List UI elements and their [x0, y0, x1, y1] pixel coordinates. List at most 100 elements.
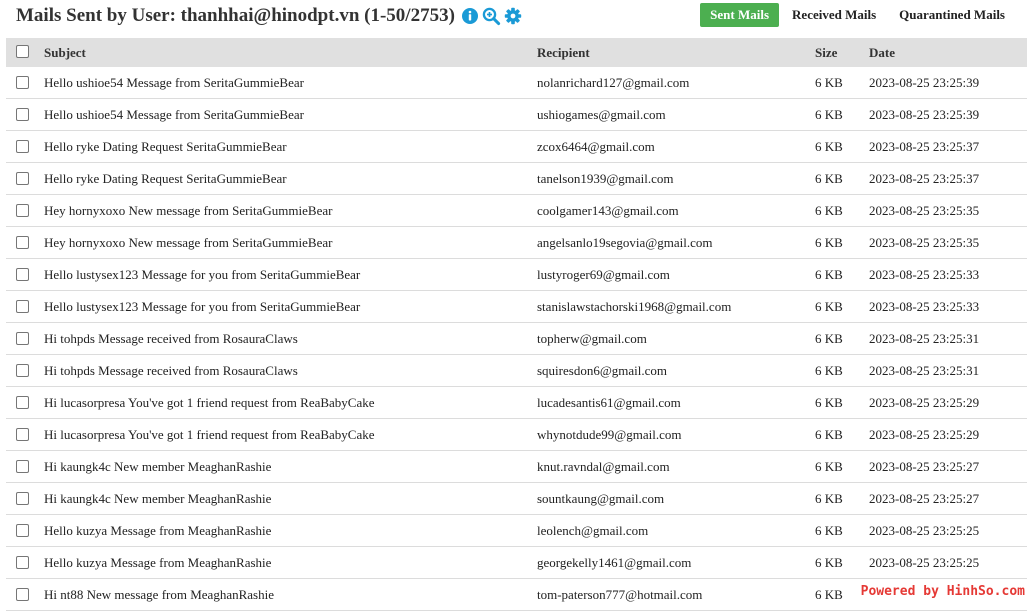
- table-row[interactable]: Hi tohpds Message received from RosauraC…: [6, 355, 1027, 387]
- mail-subject[interactable]: Hey hornyxoxo New message from SeritaGum…: [44, 227, 332, 259]
- table-row[interactable]: Hello ryke Dating Request SeritaGummieBe…: [6, 131, 1027, 163]
- mail-date: 2023-08-25 23:25:35: [869, 235, 980, 250]
- column-header-subject[interactable]: Subject: [44, 38, 86, 67]
- row-checkbox[interactable]: [16, 108, 29, 121]
- mail-recipient: georgekelly1461@gmail.com: [537, 555, 692, 570]
- column-header-recipient[interactable]: Recipient: [537, 38, 590, 67]
- tab-quarantined-mails[interactable]: Quarantined Mails: [889, 3, 1015, 27]
- mail-recipient: zcox6464@gmail.com: [537, 139, 655, 154]
- mail-recipient: angelsanlo19segovia@gmail.com: [537, 235, 713, 250]
- row-checkbox[interactable]: [16, 204, 29, 217]
- table-row[interactable]: Hello lustysex123 Message for you from S…: [6, 259, 1027, 291]
- mail-size: 6 KB: [815, 331, 843, 346]
- mail-size: 6 KB: [815, 523, 843, 538]
- mail-recipient: knut.ravndal@gmail.com: [537, 459, 670, 474]
- mail-size: 6 KB: [815, 299, 843, 314]
- row-checkbox[interactable]: [16, 460, 29, 473]
- mail-date: 2023-08-25 23:25:33: [869, 267, 980, 282]
- mail-subject[interactable]: Hello ushioe54 Message from SeritaGummie…: [44, 67, 304, 99]
- mail-date: 2023-08-25 23:25:29: [869, 395, 980, 410]
- page-header: Mails Sent by User: thanhhai@hinodpt.vn …: [0, 0, 1027, 38]
- mail-date: 2023-08-25 23:25:33: [869, 299, 980, 314]
- page-title: Mails Sent by User: thanhhai@hinodpt.vn …: [16, 5, 522, 27]
- zoom-in-icon[interactable]: [482, 7, 501, 26]
- row-checkbox[interactable]: [16, 268, 29, 281]
- mail-subject[interactable]: Hi tohpds Message received from RosauraC…: [44, 323, 298, 355]
- column-header-size[interactable]: Size: [815, 38, 837, 67]
- mail-recipient: lustyroger69@gmail.com: [537, 267, 670, 282]
- row-checkbox[interactable]: [16, 300, 29, 313]
- mail-subject[interactable]: Hello kuzya Message from MeaghanRashie: [44, 547, 271, 579]
- row-checkbox[interactable]: [16, 332, 29, 345]
- mail-subject[interactable]: Hello lustysex123 Message for you from S…: [44, 259, 360, 291]
- mail-recipient: nolanrichard127@gmail.com: [537, 75, 690, 90]
- mail-size: 6 KB: [815, 75, 843, 90]
- row-checkbox[interactable]: [16, 588, 29, 601]
- mail-subject[interactable]: Hi kaungk4c New member MeaghanRashie: [44, 451, 271, 483]
- row-checkbox[interactable]: [16, 236, 29, 249]
- row-checkbox[interactable]: [16, 492, 29, 505]
- select-all-checkbox[interactable]: [16, 45, 29, 58]
- row-checkbox[interactable]: [16, 428, 29, 441]
- mail-date: 2023-08-25 23:25:31: [869, 331, 980, 346]
- table-row[interactable]: Hello kuzya Message from MeaghanRashie g…: [6, 547, 1027, 579]
- header-icons: [461, 7, 522, 26]
- mail-date: 2023-08-25 23:25:35: [869, 203, 980, 218]
- mail-recipient: coolgamer143@gmail.com: [537, 203, 679, 218]
- mail-subject[interactable]: Hi tohpds Message received from RosauraC…: [44, 355, 298, 387]
- mail-date: 2023-08-25 23:25:31: [869, 363, 980, 378]
- mail-date: 2023-08-25 23:25:39: [869, 107, 980, 122]
- table-row[interactable]: Hi lucasorpresa You've got 1 friend requ…: [6, 387, 1027, 419]
- mail-date: 2023-08-25 23:25:27: [869, 459, 980, 474]
- mail-subject[interactable]: Hi lucasorpresa You've got 1 friend requ…: [44, 387, 375, 419]
- table-row[interactable]: Hello ushioe54 Message from SeritaGummie…: [6, 99, 1027, 131]
- row-checkbox[interactable]: [16, 556, 29, 569]
- mail-recipient: lucadesantis61@gmail.com: [537, 395, 681, 410]
- page-title-text: Mails Sent by User: thanhhai@hinodpt.vn …: [16, 5, 455, 26]
- mail-subject[interactable]: Hello ushioe54 Message from SeritaGummie…: [44, 99, 304, 131]
- mail-subject[interactable]: Hello kuzya Message from MeaghanRashie: [44, 515, 271, 547]
- mail-subject[interactable]: Hello lustysex123 Message for you from S…: [44, 291, 360, 323]
- tab-received-mails[interactable]: Received Mails: [782, 3, 886, 27]
- mail-size: 6 KB: [815, 203, 843, 218]
- table-row[interactable]: Hi kaungk4c New member MeaghanRashie knu…: [6, 451, 1027, 483]
- table-row[interactable]: Hi kaungk4c New member MeaghanRashie sou…: [6, 483, 1027, 515]
- row-checkbox[interactable]: [16, 76, 29, 89]
- info-icon[interactable]: [461, 7, 479, 25]
- row-checkbox[interactable]: [16, 524, 29, 537]
- table-row[interactable]: Hey hornyxoxo New message from SeritaGum…: [6, 195, 1027, 227]
- mail-recipient: whynotdude99@gmail.com: [537, 427, 682, 442]
- column-header-date[interactable]: Date: [869, 38, 895, 67]
- row-checkbox[interactable]: [16, 396, 29, 409]
- row-checkbox[interactable]: [16, 140, 29, 153]
- gear-icon[interactable]: [504, 7, 522, 25]
- table-row[interactable]: Hello kuzya Message from MeaghanRashie l…: [6, 515, 1027, 547]
- mail-subject[interactable]: Hi kaungk4c New member MeaghanRashie: [44, 483, 271, 515]
- mail-size: 6 KB: [815, 235, 843, 250]
- mail-recipient: leolench@gmail.com: [537, 523, 649, 538]
- mail-size: 6 KB: [815, 107, 843, 122]
- table-row[interactable]: Hello ushioe54 Message from SeritaGummie…: [6, 67, 1027, 99]
- mail-size: 6 KB: [815, 491, 843, 506]
- table-row[interactable]: Hey hornyxoxo New message from SeritaGum…: [6, 227, 1027, 259]
- mail-subject[interactable]: Hi lucasorpresa You've got 1 friend requ…: [44, 419, 375, 451]
- tab-sent-mails[interactable]: Sent Mails: [700, 3, 780, 27]
- table-row[interactable]: Hi lucasorpresa You've got 1 friend requ…: [6, 419, 1027, 451]
- mail-recipient: stanislawstachorski1968@gmail.com: [537, 299, 732, 314]
- mail-subject[interactable]: Hello ryke Dating Request SeritaGummieBe…: [44, 163, 287, 195]
- mail-size: 6 KB: [815, 395, 843, 410]
- mail-subject[interactable]: Hey hornyxoxo New message from SeritaGum…: [44, 195, 332, 227]
- mail-subject[interactable]: Hi nt88 New message from MeaghanRashie: [44, 579, 274, 611]
- mail-subject[interactable]: Hello ryke Dating Request SeritaGummieBe…: [44, 131, 287, 163]
- mail-size: 6 KB: [815, 267, 843, 282]
- table-row[interactable]: Hi tohpds Message received from RosauraC…: [6, 323, 1027, 355]
- table-row[interactable]: Hello lustysex123 Message for you from S…: [6, 291, 1027, 323]
- watermark-text: Powered by HinhSo.com: [856, 585, 1027, 599]
- mail-recipient: sountkaung@gmail.com: [537, 491, 665, 506]
- table-header-row: Subject Recipient Size Date: [6, 38, 1027, 67]
- mail-table: Subject Recipient Size Date Hello ushioe…: [6, 38, 1027, 611]
- table-row[interactable]: Hello ryke Dating Request SeritaGummieBe…: [6, 163, 1027, 195]
- row-checkbox[interactable]: [16, 172, 29, 185]
- row-checkbox[interactable]: [16, 364, 29, 377]
- mail-recipient: tanelson1939@gmail.com: [537, 171, 674, 186]
